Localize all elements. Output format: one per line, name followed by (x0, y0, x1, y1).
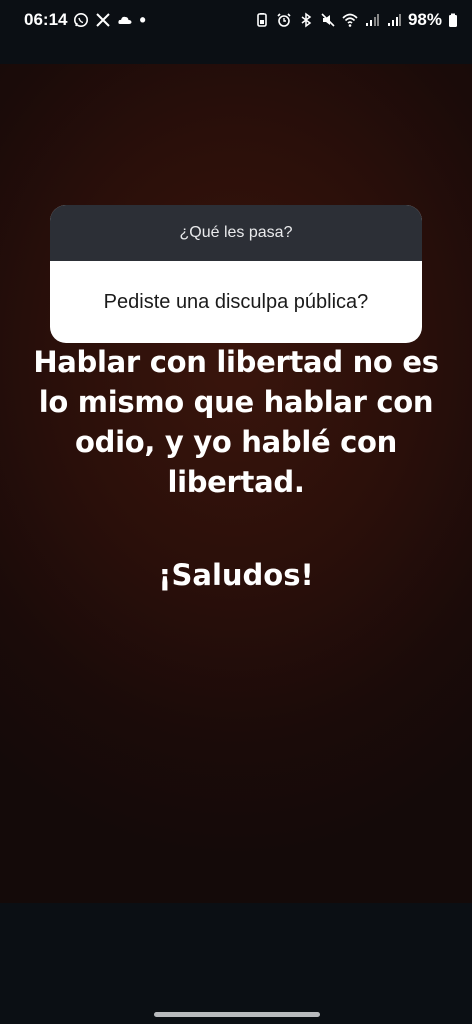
status-bar: 06:14 • 98% (0, 0, 472, 40)
story-greeting: ¡Saludos! (158, 558, 314, 592)
status-left: 06:14 • (24, 10, 146, 30)
question-sticker-text: Pediste una disculpa pública? (103, 290, 369, 313)
status-time: 06:14 (24, 10, 68, 29)
cloud-icon (117, 12, 133, 28)
story-message: Hablar con libertad no es lo mismo que h… (33, 345, 439, 499)
bluetooth-icon (298, 12, 314, 28)
wifi-icon (342, 12, 358, 28)
story-screen: 06:14 • 98% ¿Qué les pasa? Pediste una d… (0, 0, 472, 1024)
dot-icon: • (139, 10, 146, 30)
bottom-area (0, 903, 472, 1024)
battery-percent: 98% (407, 10, 442, 29)
battery-saver-icon (254, 12, 270, 28)
top-strip (0, 40, 472, 64)
x-icon (95, 12, 111, 28)
mute-icon (320, 12, 336, 28)
signal-icon (364, 12, 380, 28)
status-right: 98% (254, 10, 458, 30)
battery-icon (448, 12, 458, 28)
home-indicator[interactable] (154, 1012, 320, 1017)
signal-icon (386, 12, 402, 28)
question-sticker[interactable]: ¿Qué les pasa? Pediste una disculpa públ… (50, 205, 422, 343)
question-sticker-header: ¿Qué les pasa? (50, 205, 422, 261)
alarm-icon (276, 12, 292, 28)
whatsapp-icon (73, 12, 89, 28)
